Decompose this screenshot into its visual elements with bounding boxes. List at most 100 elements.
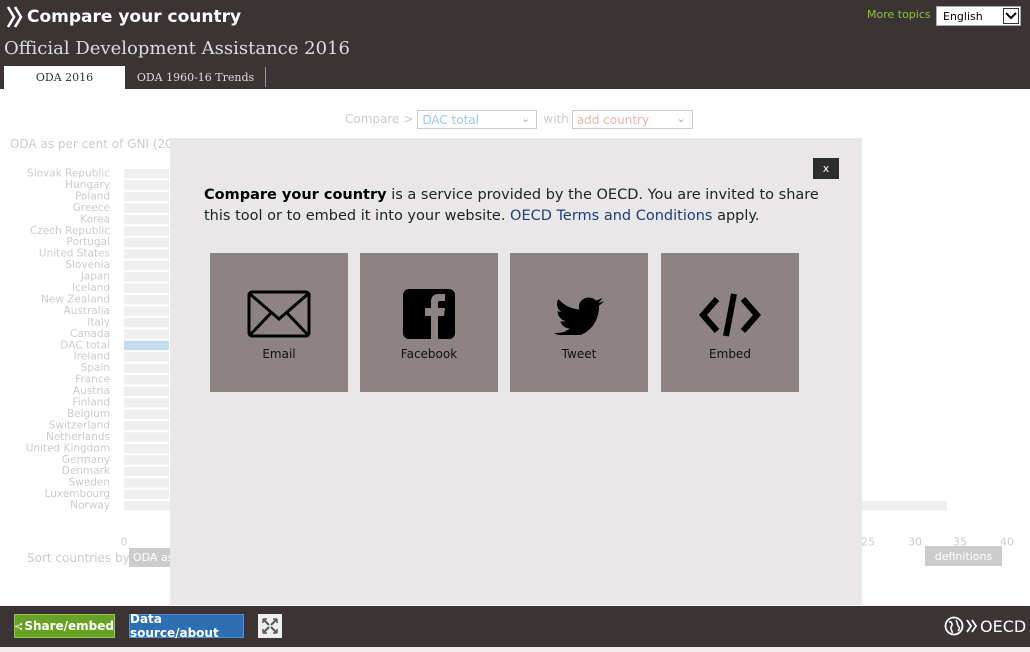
embed-tile[interactable]: Embed <box>661 253 799 392</box>
email-label: Email <box>262 347 296 361</box>
bar[interactable] <box>124 191 169 202</box>
bar[interactable] <box>124 443 169 454</box>
bar[interactable] <box>124 214 169 225</box>
facebook-label: Facebook <box>400 347 458 361</box>
bar[interactable] <box>124 272 169 282</box>
code-icon <box>699 293 761 337</box>
terms-link[interactable]: OECD Terms and Conditions <box>510 208 712 224</box>
embed-label: Embed <box>709 347 751 361</box>
modal-text-end: apply. <box>712 208 760 224</box>
x-tick-label: 0 <box>121 536 128 549</box>
close-button[interactable]: x <box>813 158 839 179</box>
compare-selected: DAC total <box>422 112 479 127</box>
bar[interactable] <box>124 489 169 500</box>
language-value: English <box>943 10 983 23</box>
bar[interactable] <box>124 203 169 213</box>
category-label: New Zealand <box>41 293 110 305</box>
bar[interactable] <box>124 283 169 293</box>
x-tick-label: 40 <box>1000 536 1014 549</box>
bar[interactable] <box>124 420 169 431</box>
compare-country-select[interactable]: DAC total ⌄ <box>417 109 538 129</box>
email-icon <box>247 290 311 338</box>
bar[interactable] <box>124 455 169 465</box>
chevron-down-icon: ⌄ <box>676 111 686 125</box>
add-country-select[interactable]: add country ⌄ <box>571 109 693 129</box>
bar[interactable] <box>124 340 169 351</box>
category-label: Ireland <box>74 351 110 363</box>
tab-oda-2016[interactable]: ODA 2016 <box>4 66 125 89</box>
category-label: Japan <box>80 271 110 283</box>
tweet-tile[interactable]: Tweet <box>510 253 648 392</box>
share-embed-button[interactable]: Share/embed <box>14 614 115 638</box>
share-modal: x Compare your country is a service prov… <box>170 138 862 605</box>
app-title: Compare your country <box>27 7 242 27</box>
bar[interactable] <box>124 237 169 248</box>
oecd-chevrons-icon <box>6 6 23 28</box>
category-label: Italy <box>87 316 110 328</box>
bar[interactable] <box>124 249 169 259</box>
category-label: Slovenia <box>65 259 110 271</box>
bar[interactable] <box>124 432 169 442</box>
bar[interactable] <box>124 306 169 316</box>
bar[interactable] <box>124 478 169 488</box>
category-label: Poland <box>75 190 110 202</box>
bar[interactable] <box>124 409 169 419</box>
category-label: Greece <box>73 202 110 214</box>
category-label: Switzerland <box>49 419 110 431</box>
share-embed-label: Share/embed <box>24 619 114 633</box>
language-select[interactable]: English <box>936 6 1021 26</box>
category-label: Austria <box>73 385 110 397</box>
category-label: Portugal <box>67 236 111 248</box>
brand[interactable]: Compare your country <box>6 4 241 30</box>
bar[interactable] <box>124 260 169 271</box>
bar[interactable] <box>124 352 169 362</box>
category-label: Netherlands <box>46 431 110 443</box>
bottom-strip <box>0 647 1030 652</box>
header: Compare your country More topics English… <box>0 0 1030 89</box>
category-label: Australia <box>64 305 110 317</box>
bar[interactable] <box>124 363 169 374</box>
oecd-logo: OECD <box>944 615 1026 637</box>
bar[interactable] <box>124 375 169 385</box>
bar[interactable] <box>124 226 169 236</box>
category-label: United Kingdom <box>26 442 110 454</box>
category-label: Sweden <box>69 477 111 489</box>
x-tick-label: 25 <box>861 536 875 549</box>
expand-icon <box>262 618 278 634</box>
chevron-down-icon <box>1003 8 1019 24</box>
bar[interactable] <box>124 329 169 339</box>
facebook-tile[interactable]: Facebook <box>360 253 498 392</box>
category-label: Czech Republic <box>30 225 110 237</box>
x-tick-label: 30 <box>908 536 922 549</box>
email-tile[interactable]: Email <box>210 253 348 392</box>
category-label: Slovak Republic <box>27 168 110 180</box>
category-label: Hungary <box>65 179 110 191</box>
more-topics-link[interactable]: More topics <box>867 8 931 21</box>
bar[interactable] <box>124 169 169 179</box>
data-source-button[interactable]: Data source/about <box>129 612 244 640</box>
definitions-button[interactable]: definitions <box>925 546 1002 566</box>
footer: Share/embed Data source/about OECD <box>0 606 1030 647</box>
globe-icon <box>944 616 964 636</box>
bar[interactable] <box>124 386 169 396</box>
bar[interactable] <box>124 466 169 477</box>
category-label: Canada <box>70 328 110 340</box>
bar[interactable] <box>124 317 169 328</box>
bar[interactable] <box>124 180 169 190</box>
chart-title: ODA as per cent of GNI (20 <box>10 137 173 151</box>
bar[interactable] <box>124 398 169 408</box>
modal-description: Compare your country is a service provid… <box>204 185 824 227</box>
category-label: Korea <box>80 213 110 225</box>
app-root: Compare your country More topics English… <box>0 0 1030 652</box>
compare-label: Compare > <box>345 112 414 126</box>
fullscreen-button[interactable] <box>258 614 282 638</box>
category-label: United States <box>39 248 110 260</box>
tweet-label: Tweet <box>561 347 597 361</box>
share-icon <box>15 622 23 630</box>
chevron-down-icon: ⌄ <box>521 111 531 125</box>
category-label: DAC total <box>60 339 110 351</box>
page-title: Official Development Assistance 2016 <box>4 38 350 59</box>
bar[interactable] <box>124 294 169 305</box>
tab-oda-trends[interactable]: ODA 1960-16 Trends <box>126 67 266 87</box>
category-label: Denmark <box>62 465 111 477</box>
